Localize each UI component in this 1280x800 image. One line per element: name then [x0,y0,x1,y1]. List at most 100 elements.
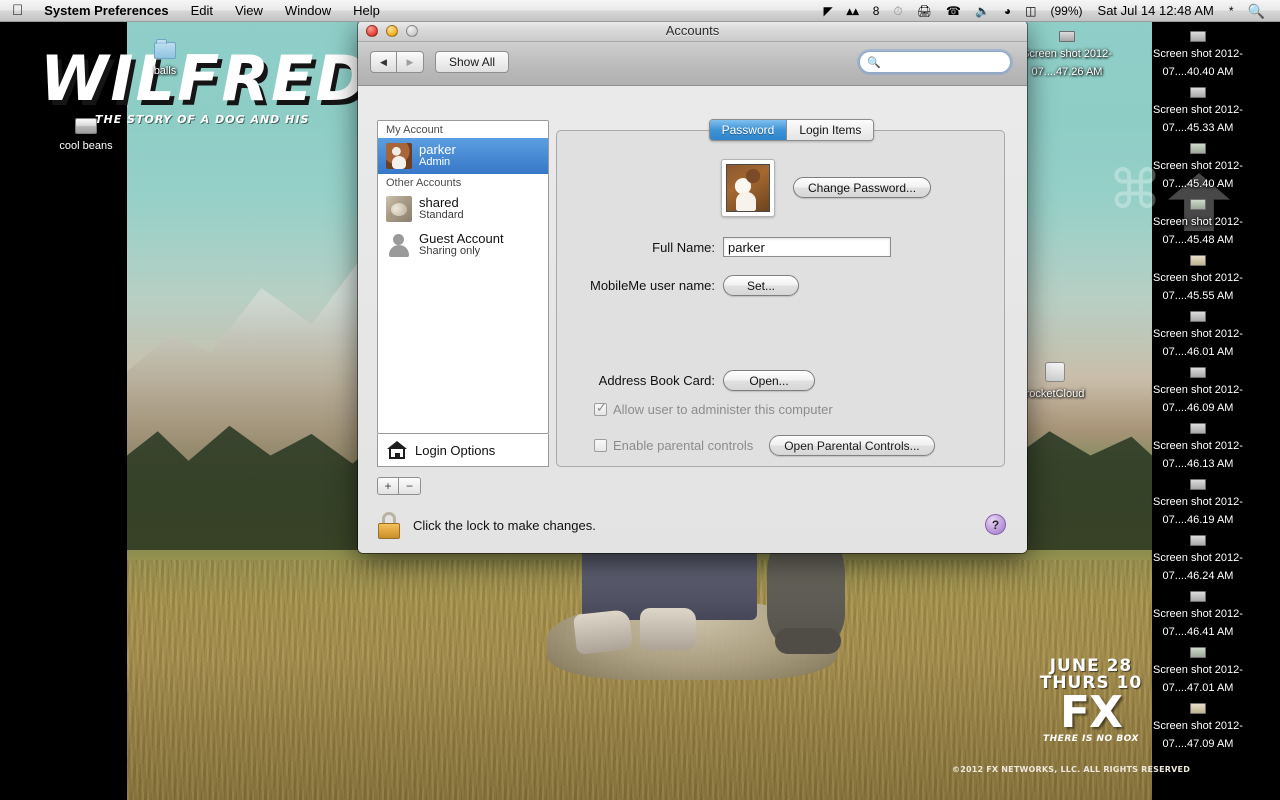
sidebar-item-parker[interactable]: parker Admin [378,138,548,174]
search-field[interactable]: 🔍 [859,51,1011,73]
open-parental-controls-button[interactable]: Open Parental Controls... [769,435,935,456]
admin-checkbox-row: Allow user to administer this computer [594,401,833,417]
user-picture-well[interactable] [721,159,775,217]
shot-icon [1190,199,1206,210]
menu-item-edit[interactable]: Edit [180,0,224,22]
wallpaper-fx-block: JUNE 28 THURS 10 FX THERE IS NO BOX [1036,658,1146,745]
sidebar-item-guest-text: Guest Account Sharing only [419,232,504,257]
menu-item-system-preferences[interactable]: System Preferences [33,0,179,22]
show-all-label: Show All [449,55,496,69]
sidebar-item-shared-text: shared Standard [419,196,464,221]
menu-bar-status-area: ◤ ▴▴ 8 ⏱ 🖨 ☎ 🔈 ◕ ◫ (99%) Sat Jul 14 12:4… [816,0,1280,22]
help-button[interactable]: ? [985,514,1006,535]
desktop-icon-screenshot-45-40[interactable]: Screen shot 2012-07....45.40 AM [1143,143,1253,192]
desktop-icon-screenshot-47-26[interactable]: Screen shot 2012-07....47.26 AM [1012,31,1122,80]
user-picture-image [726,164,770,212]
volume-icon[interactable]: 🔈 [968,0,997,22]
battery-icon[interactable]: ◫ [1018,0,1043,22]
spotlight-search-icon[interactable]: 🔍 [1241,0,1272,22]
airplay-icon[interactable]: ◤ [816,0,839,22]
desktop-icon-cool-beans[interactable]: cool beans [31,118,141,154]
change-password-button[interactable]: Change Password... [793,177,932,198]
desktop-icon-screenshot-46-09[interactable]: Screen shot 2012-07....46.09 AM [1143,367,1253,416]
desktop-icon-screenshot-47-01[interactable]: Screen shot 2012-07....47.01 AM [1143,647,1253,696]
desktop-icon-screenshot-46-19[interactable]: Screen shot 2012-07....46.19 AM [1143,479,1253,528]
back-button[interactable]: ◀ [370,51,397,73]
shot-icon [1190,591,1206,602]
parental-controls-row: Enable parental controls Open Parental C… [594,435,935,456]
parental-controls-checkbox[interactable] [594,439,607,452]
address-book-open-button[interactable]: Open... [723,370,815,391]
shot-icon [1190,423,1206,434]
shot-icon [1190,87,1206,98]
menu-item-window[interactable]: Window [274,0,342,22]
login-options-button[interactable]: Login Options [377,434,549,467]
admin-checkbox[interactable] [594,401,607,416]
tab-password[interactable]: Password [709,120,787,140]
apple-icon[interactable]:  [0,0,33,22]
search-input[interactable] [883,55,1002,69]
wallpaper-copyright: ©2012 FX NETWORKS, LLC. ALL RIGHTS RESER… [952,765,1191,774]
time-machine-icon[interactable]: ⏱ [886,0,909,22]
desktop-icon-screenshot-40-40[interactable]: Screen shot 2012-07....40.40 AM [1143,31,1253,80]
accounts-window[interactable]: Accounts ◀ ▶ Show All 🔍 My Account parke… [358,20,1027,553]
desktop-icon-label: Screen shot 2012-07....46.01 AM [1153,328,1243,358]
desktop-icon-screenshot-45-55[interactable]: Screen shot 2012-07....45.55 AM [1143,255,1253,304]
wifi-icon[interactable]: ◕ [997,0,1018,22]
menu-item-help[interactable]: Help [342,0,391,22]
bluetooth-icon[interactable]: * [1222,0,1241,22]
search-icon: 🔍 [867,56,881,69]
desktop-icon-screenshot-45-48[interactable]: Screen shot 2012-07....45.48 AM [1143,199,1253,248]
istat-cpu-count[interactable]: 8 [866,0,887,22]
desktop-icon-screenshot-46-01[interactable]: Screen shot 2012-07....46.01 AM [1143,311,1253,360]
lock-icon[interactable] [377,512,401,539]
mobileme-set-button[interactable]: Set... [723,275,799,296]
desktop-icon-screenshot-46-24[interactable]: Screen shot 2012-07....46.24 AM [1143,535,1253,584]
tab-login-items[interactable]: Login Items [786,120,874,140]
lock-row[interactable]: Click the lock to make changes. [377,512,596,539]
desktop-icon-balls[interactable]: balls [110,39,220,79]
desktop-icon-label: cool beans [59,140,113,152]
address-book-label: Address Book Card: [598,373,715,388]
wallpaper-fx-logo: FX [1060,687,1123,738]
desktop-icon-label: Screen shot 2012-07....47.09 AM [1153,720,1243,750]
battery-percent[interactable]: (99%) [1044,0,1090,22]
desktop-icon-label: Screen shot 2012-07....46.19 AM [1153,496,1243,526]
shot-icon [1190,703,1206,714]
admin-checkbox-label: Allow user to administer this computer [613,402,833,417]
desktop-icon-screenshot-46-41[interactable]: Screen shot 2012-07....46.41 AM [1143,591,1253,640]
desktop-icon-screenshot-47-09[interactable]: Screen shot 2012-07....47.09 AM [1143,703,1253,752]
house-icon [387,441,407,459]
sidebar-item-guest-account[interactable]: Guest Account Sharing only [378,227,548,263]
show-all-button[interactable]: Show All [435,51,510,73]
wallpaper-shoe-right [640,608,696,650]
printer-icon[interactable]: 🖨 [910,0,939,22]
sidebar-item-shared[interactable]: shared Standard [378,191,548,227]
sidebar-item-guest-name: Guest Account [419,231,504,247]
desktop-icon-screenshot-46-13[interactable]: Screen shot 2012-07....46.13 AM [1143,423,1253,472]
window-titlebar[interactable]: Accounts [358,20,1027,42]
avatar-parker [386,143,412,169]
desktop-icon-screenshot-45-33[interactable]: Screen shot 2012-07....45.33 AM [1143,87,1253,136]
shot-icon [1190,143,1206,154]
menu-item-view[interactable]: View [224,0,274,22]
lock-instruction-text: Click the lock to make changes. [413,518,596,533]
shot-icon [1190,367,1206,378]
shot-icon [1190,647,1206,658]
desktop-icon-label: Screen shot 2012-07....45.40 AM [1153,160,1243,190]
forward-button[interactable]: ▶ [397,51,424,73]
parental-controls-label: Enable parental controls [613,438,754,453]
avatar-shared [386,196,412,222]
desktop-icon-label: Screen shot 2012-07....40.40 AM [1153,48,1243,78]
istat-menus-icon[interactable]: ▴▴ [840,0,866,22]
add-account-button[interactable]: + [377,477,399,495]
menu-bar[interactable]:  System PreferencesEditViewWindowHelp ◤… [0,0,1280,22]
sidebar-item-shared-name: shared [419,195,459,211]
shot-icon [1190,31,1206,42]
desktop-icon-label: Screen shot 2012-07....46.41 AM [1153,608,1243,638]
wallpaper-shoe-left [573,609,633,655]
full-name-input[interactable]: parker [723,237,891,257]
remove-account-button[interactable]: − [399,477,421,495]
phone-icon[interactable]: ☎ [939,0,968,22]
menu-bar-clock[interactable]: Sat Jul 14 12:48 AM [1090,0,1222,22]
